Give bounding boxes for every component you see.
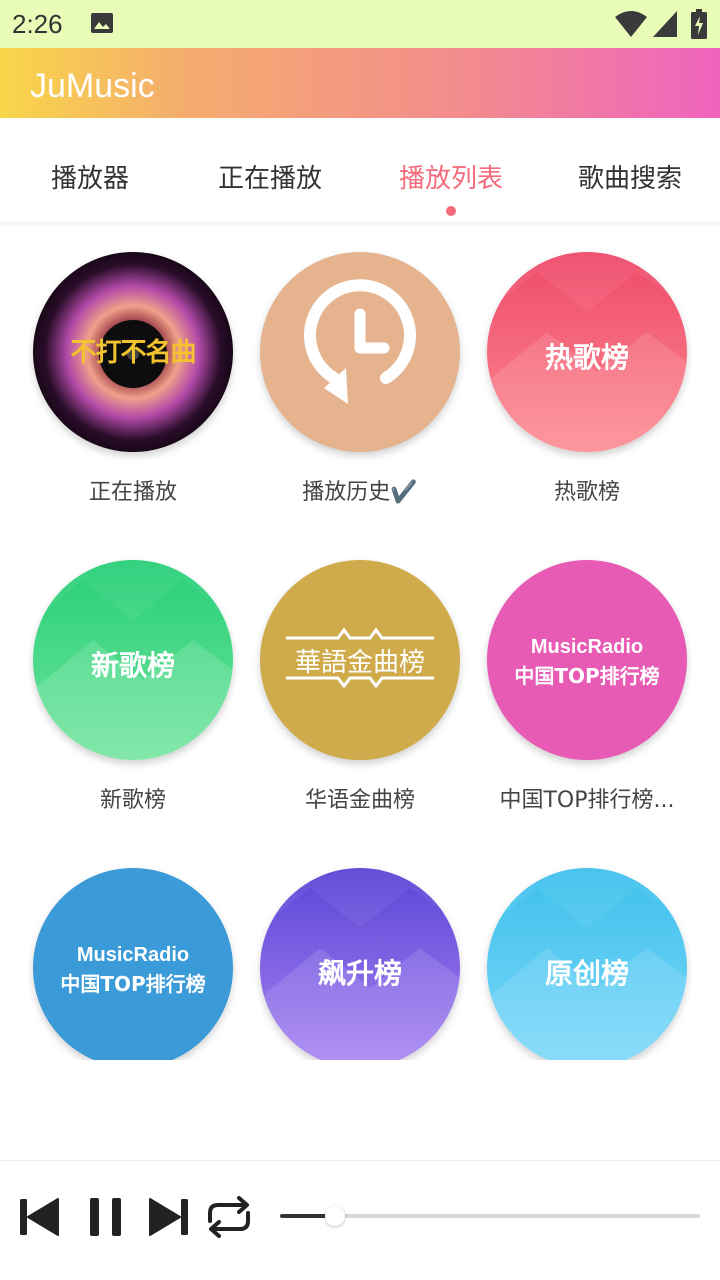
history-cover (260, 252, 460, 452)
battery-icon (691, 9, 707, 39)
playlist-label: 正在播放 (88, 480, 177, 505)
image-icon (91, 13, 113, 33)
hot-songs-cover: 热歌榜 (487, 252, 687, 452)
history-clock-icon (304, 279, 416, 404)
playlist-label: 热歌榜 (553, 480, 620, 505)
original-cover: 原创榜 (487, 868, 687, 1060)
status-time: 2:26 (12, 9, 63, 39)
tab-player[interactable]: 播放器 (0, 158, 180, 195)
tab-now-playing[interactable]: 正在播放 (180, 158, 360, 195)
pause-icon[interactable] (86, 1195, 126, 1239)
playlist-label: 华语金曲榜 (304, 788, 415, 813)
music-radio-top-cover-brand: MusicRadio (76, 944, 190, 966)
tab-active-indicator (446, 206, 456, 216)
music-radio-top-cover-title: 中国TOP排行榜 (60, 972, 206, 996)
rising-cover-text: 飙升榜 (317, 957, 402, 990)
playlist-label: 播放历史✔️ (302, 480, 418, 505)
tab-song-search[interactable]: 歌曲搜索 (540, 158, 720, 195)
hot-songs-cover-text: 热歌榜 (544, 341, 629, 374)
china-top-cover-brand: MusicRadio (530, 636, 644, 658)
tab-playlist[interactable]: 播放列表 (361, 158, 541, 195)
rising-cover: 飙升榜 (260, 868, 460, 1060)
now-playing-cover-text: 不打不名曲 (70, 338, 196, 368)
music-radio-top-cover: MusicRadio 中国TOP排行榜 (33, 868, 233, 1060)
player-bar (0, 1160, 720, 1280)
next-icon[interactable] (146, 1195, 190, 1239)
original-cover-text: 原创榜 (544, 957, 629, 990)
new-songs-cover: 新歌榜 (33, 560, 233, 760)
playlist-grid: 不打不名曲 正在播放 播放历史✔️ 热歌榜 热歌榜 新歌榜 新歌榜 華語金曲榜 … (0, 222, 720, 1060)
previous-icon[interactable] (18, 1195, 62, 1239)
new-songs-cover-text: 新歌榜 (90, 649, 175, 682)
playlist-label: 中国TOP排行榜... (499, 788, 675, 813)
signal-icon (653, 11, 677, 37)
chinese-hits-cover-text: 華語金曲榜 (294, 648, 425, 678)
app-bar: JuMusic (0, 48, 720, 118)
repeat-icon[interactable] (204, 1195, 254, 1239)
progress-thumb[interactable] (324, 1206, 345, 1226)
status-bar: 2:26 (0, 0, 720, 48)
progress-bar[interactable] (280, 1206, 700, 1226)
chinese-hits-cover: 華語金曲榜 (260, 560, 460, 760)
app-title: JuMusic (30, 67, 155, 105)
now-playing-cover: 不打不名曲 (33, 252, 233, 452)
tab-bar: 播放器 正在播放 播放列表 歌曲搜索 (0, 132, 720, 222)
china-top-cover: MusicRadio 中国TOP排行榜 (487, 560, 687, 760)
china-top-cover-title: 中国TOP排行榜 (514, 664, 660, 688)
playlist-label: 新歌榜 (99, 788, 166, 813)
wifi-icon (615, 11, 647, 37)
